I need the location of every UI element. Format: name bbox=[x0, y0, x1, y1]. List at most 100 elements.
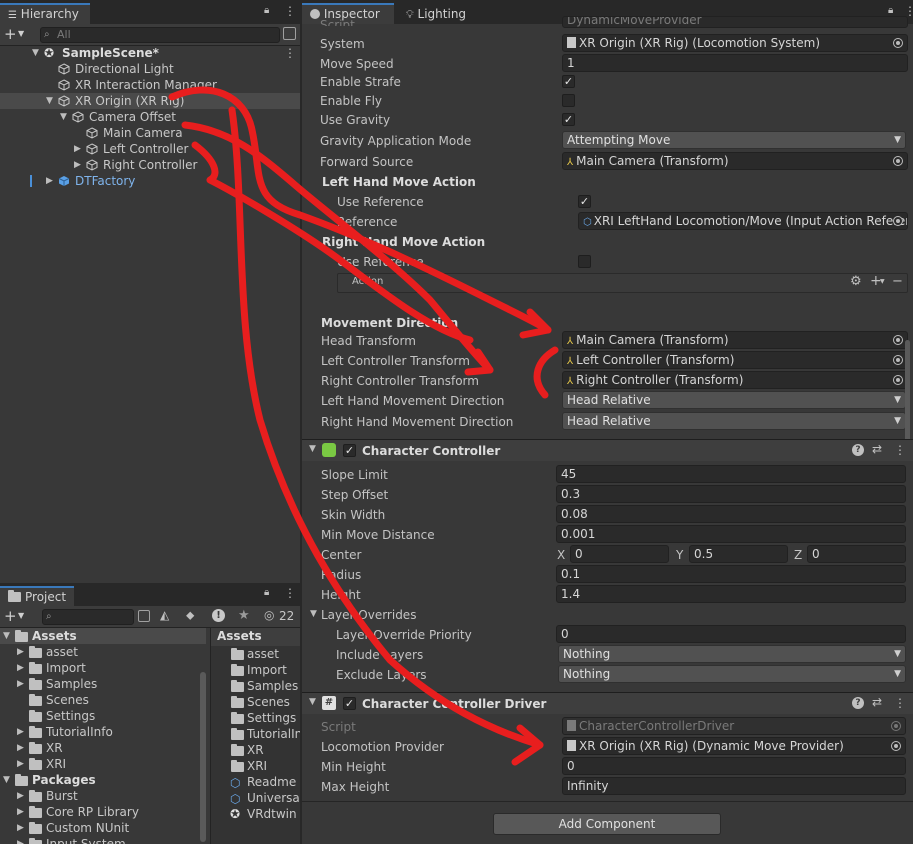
object-picker-icon[interactable] bbox=[893, 156, 903, 166]
object-picker-icon[interactable] bbox=[893, 216, 903, 226]
object-picker-icon[interactable] bbox=[893, 375, 903, 385]
enable-fly-checkbox[interactable] bbox=[562, 94, 575, 107]
lock-icon[interactable]: 🔒︎ bbox=[264, 5, 269, 16]
tree-item-dtfactory[interactable]: ▶ DTFactory › bbox=[0, 173, 300, 189]
expand-arrow-icon[interactable]: ▼ bbox=[3, 628, 10, 644]
folder-item[interactable]: ▶ Input System bbox=[0, 836, 206, 844]
min-move-input[interactable]: 0.001 bbox=[556, 525, 906, 543]
forward-source-field[interactable]: ⅄ Main Camera (Transform) bbox=[562, 152, 908, 170]
right-dir-dropdown[interactable]: Head Relative ▼ bbox=[562, 412, 906, 430]
asset-item[interactable]: ✪ VRdtwin bbox=[211, 806, 300, 822]
scene-search-icon[interactable] bbox=[283, 27, 296, 40]
controller-driver-enabled-checkbox[interactable]: ✓ bbox=[343, 697, 356, 710]
project-search-input[interactable]: ⌕ bbox=[42, 609, 134, 625]
inspector-scrollbar[interactable] bbox=[905, 340, 910, 450]
lock-icon[interactable]: 🔒︎ bbox=[264, 587, 269, 598]
expand-arrow-icon[interactable]: ▶ bbox=[17, 676, 24, 692]
chevron-down-icon[interactable]: ▼ bbox=[18, 611, 24, 620]
expand-arrow-icon[interactable]: ▶ bbox=[74, 157, 81, 173]
help-icon[interactable]: ? bbox=[852, 697, 864, 709]
expand-arrow-icon[interactable]: ▶ bbox=[17, 804, 24, 820]
tree-item-camera-offset[interactable]: ▼ Camera Offset bbox=[0, 109, 300, 125]
object-picker-icon[interactable] bbox=[893, 38, 903, 48]
expand-arrow-icon[interactable]: ▶ bbox=[17, 756, 24, 772]
left-ctrl-transform-field[interactable]: ⅄ Left Controller (Transform) bbox=[562, 351, 908, 369]
expand-arrow-icon[interactable]: ▶ bbox=[17, 788, 24, 804]
tree-item-main-camera[interactable]: Main Camera bbox=[0, 125, 300, 141]
folder-item[interactable]: ▶ TutorialInfo bbox=[0, 724, 206, 740]
folder-item-packages[interactable]: ▼ Packages bbox=[0, 772, 206, 788]
include-layers-dropdown[interactable]: Nothing ▼ bbox=[558, 645, 906, 663]
hierarchy-search-input[interactable]: ⌕ All bbox=[40, 27, 280, 43]
folder-item[interactable]: ▶ Custom NUnit bbox=[0, 820, 206, 836]
character-controller-header[interactable]: ▼ ✓ Character Controller ? ⇄ ⋮ bbox=[302, 439, 913, 461]
move-speed-input[interactable]: 1 bbox=[562, 54, 908, 72]
folder-item[interactable]: ▶ Import bbox=[0, 660, 206, 676]
right-use-reference-checkbox[interactable] bbox=[578, 255, 591, 268]
right-ctrl-transform-field[interactable]: ⅄ Right Controller (Transform) bbox=[562, 371, 908, 389]
folder-item[interactable]: ▶ asset bbox=[0, 644, 206, 660]
component-menu-icon[interactable]: ⋮ bbox=[894, 696, 906, 710]
help-icon[interactable]: ? bbox=[852, 444, 864, 456]
expand-arrow-icon[interactable]: ▶ bbox=[17, 644, 24, 660]
expand-arrow-icon[interactable]: ▼ bbox=[60, 109, 67, 125]
add-component-button[interactable]: Add Component bbox=[493, 813, 721, 835]
object-picker-icon[interactable] bbox=[893, 355, 903, 365]
asset-item[interactable]: Samples bbox=[211, 678, 300, 694]
expand-arrow-icon[interactable]: ▼ bbox=[32, 45, 39, 61]
warning-filter-icon[interactable]: ! bbox=[212, 609, 225, 622]
layer-priority-input[interactable]: 0 bbox=[556, 625, 906, 643]
folder-item[interactable]: ▶ XR bbox=[0, 740, 206, 756]
folder-item[interactable]: Scenes bbox=[0, 692, 206, 708]
expand-arrow-icon[interactable]: ▼ bbox=[46, 93, 53, 109]
tab-project[interactable]: Project bbox=[0, 586, 74, 607]
layer-overrides-arrow-icon[interactable]: ▼ bbox=[310, 609, 317, 619]
loco-provider-field[interactable]: XR Origin (XR Rig) (Dynamic Move Provide… bbox=[562, 737, 906, 755]
center-z-input[interactable]: 0 bbox=[807, 545, 906, 563]
component-menu-icon[interactable]: ⋮ bbox=[894, 443, 906, 457]
presets-icon[interactable]: ⇄ bbox=[872, 695, 882, 709]
filter-label-icon[interactable]: ⬥ bbox=[186, 608, 194, 623]
add-icon[interactable]: + bbox=[4, 607, 17, 625]
tree-item-directional-light[interactable]: Directional Light bbox=[0, 61, 300, 77]
folder-item[interactable]: ▶ Samples bbox=[0, 676, 206, 692]
asset-item[interactable]: Import bbox=[211, 662, 300, 678]
chevron-down-icon[interactable]: ▼ bbox=[18, 29, 24, 38]
project-tree-scrollbar[interactable] bbox=[200, 672, 206, 842]
lock-icon[interactable]: 🔒︎ bbox=[888, 5, 893, 16]
asset-item[interactable]: TutorialIn bbox=[211, 726, 300, 742]
tree-item-right-controller[interactable]: ▶ Right Controller bbox=[0, 157, 300, 173]
object-picker-icon[interactable] bbox=[891, 741, 901, 751]
gear-icon[interactable]: ⚙ bbox=[850, 274, 862, 289]
system-object-field[interactable]: XR Origin (XR Rig) (Locomotion System) bbox=[562, 34, 908, 52]
exclude-layers-dropdown[interactable]: Nothing ▼ bbox=[558, 665, 906, 683]
asset-item[interactable]: asset bbox=[211, 646, 300, 662]
min-height-input[interactable]: 0 bbox=[562, 757, 906, 775]
expand-arrow-icon[interactable]: ▶ bbox=[17, 660, 24, 676]
asset-item[interactable]: Settings bbox=[211, 710, 300, 726]
folder-item[interactable]: Settings bbox=[0, 708, 206, 724]
add-icon[interactable]: + bbox=[4, 25, 17, 43]
expand-arrow-icon[interactable]: ▼ bbox=[309, 444, 316, 454]
layer-overrides-label[interactable]: Layer Overrides bbox=[321, 608, 416, 622]
asset-item[interactable]: ⬡ Universal bbox=[211, 790, 300, 806]
asset-item[interactable]: ⬡ Readme bbox=[211, 774, 300, 790]
left-reference-field[interactable]: ⬡ XRI LeftHand Locomotion/Move (Input Act… bbox=[578, 212, 908, 230]
enable-strafe-checkbox[interactable]: ✓ bbox=[562, 75, 575, 88]
folder-item[interactable]: ▶ Core RP Library bbox=[0, 804, 206, 820]
radius-input[interactable]: 0.1 bbox=[556, 565, 906, 583]
hidden-eye-icon[interactable]: ◎ bbox=[264, 608, 274, 622]
expand-arrow-icon[interactable]: ▶ bbox=[17, 820, 24, 836]
tree-item-left-controller[interactable]: ▶ Left Controller bbox=[0, 141, 300, 157]
center-x-input[interactable]: 0 bbox=[570, 545, 669, 563]
step-offset-input[interactable]: 0.3 bbox=[556, 485, 906, 503]
search-scope-icon[interactable] bbox=[138, 610, 150, 622]
filter-type-icon[interactable]: ◭ bbox=[160, 608, 169, 622]
controller-driver-header[interactable]: ▼ # ✓ Character Controller Driver ? ⇄ ⋮ bbox=[302, 692, 913, 714]
height-input[interactable]: 1.4 bbox=[556, 585, 906, 603]
expand-arrow-icon[interactable]: ▶ bbox=[17, 836, 24, 844]
expand-arrow-icon[interactable]: ▶ bbox=[74, 141, 81, 157]
head-transform-field[interactable]: ⅄ Main Camera (Transform) bbox=[562, 331, 908, 349]
object-picker-icon[interactable] bbox=[893, 335, 903, 345]
skin-width-input[interactable]: 0.08 bbox=[556, 505, 906, 523]
